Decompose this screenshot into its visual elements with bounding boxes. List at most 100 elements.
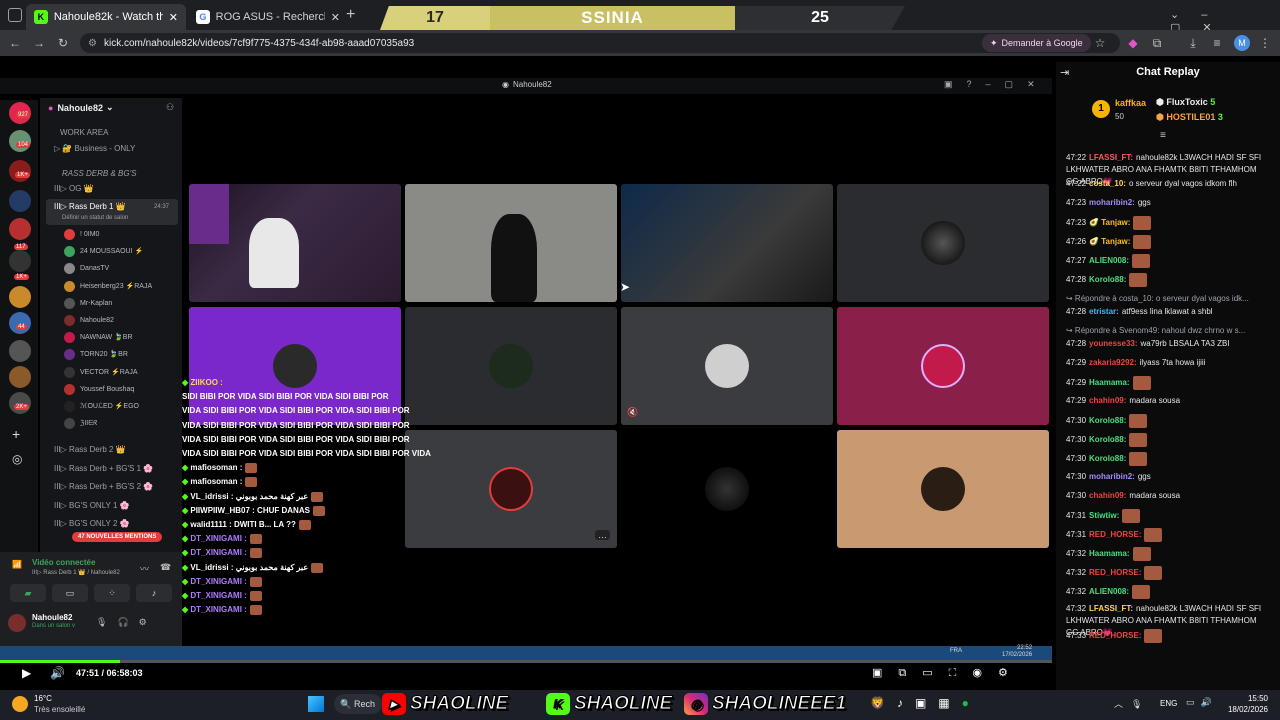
- new-mentions-pill[interactable]: 47 NOUVELLES MENTIONS: [72, 532, 163, 542]
- camera-button[interactable]: ▰: [10, 584, 46, 602]
- avatar[interactable]: [64, 349, 75, 361]
- message-user[interactable]: RED_HORSE:: [1089, 631, 1141, 640]
- settings-gear-icon[interactable]: ⚙: [139, 617, 157, 627]
- message-user[interactable]: chahin09:: [1089, 396, 1126, 405]
- weather-temp[interactable]: 16°C: [34, 694, 52, 703]
- download-icon[interactable]: ⤓: [1184, 34, 1202, 52]
- chat-message[interactable]: ↪ Répondre à costa_10: o serveur dyal va…: [1066, 293, 1271, 305]
- close-icon[interactable]: ✕: [1027, 79, 1049, 89]
- chat-message[interactable]: 47:28 younesse33: wa79rb LBSALA TA3 ZBI: [1066, 338, 1271, 350]
- menu-icon[interactable]: ⋮: [1256, 34, 1274, 52]
- server-header[interactable]: ● Nahoule82 ⌄: [48, 102, 114, 113]
- extensions-puzzle-icon[interactable]: ⧉: [1148, 34, 1166, 52]
- pip-icon[interactable]: ▭: [922, 667, 948, 679]
- avatar[interactable]: [64, 332, 75, 344]
- weather-desc[interactable]: Très ensoleillé: [34, 705, 85, 714]
- server-icon[interactable]: [9, 366, 31, 388]
- message-user[interactable]: moharibin2:: [1089, 198, 1135, 207]
- url-field[interactable]: ⚙ kick.com/nahoule82k/videos/7cf9f775-43…: [80, 33, 1120, 53]
- message-user[interactable]: 🥑 Tanjaw:: [1089, 237, 1130, 246]
- chat-message[interactable]: 47:31 Stiwtiw:: [1066, 509, 1271, 523]
- video-tile[interactable]: [837, 184, 1049, 302]
- fullscreen-icon[interactable]: ⛶: [949, 667, 973, 679]
- voice-member[interactable]: 24 MOUSSAOUI ⚡: [80, 245, 143, 259]
- profile-avatar[interactable]: M: [1234, 35, 1250, 51]
- voice-member[interactable]: DanasTV: [80, 262, 109, 276]
- voice-channel[interactable]: III▷ Rass Derb 2 👑: [54, 443, 126, 457]
- chat-message[interactable]: ↪ Répondre à Svenom49: nahoul dwz chrno …: [1066, 325, 1271, 337]
- voice-channel[interactable]: III▷ BG'S ONLY 1 🌸: [54, 499, 130, 513]
- channel-status-hint[interactable]: Définir un statut de salon: [62, 211, 128, 225]
- noise-icon[interactable]: 〰: [140, 562, 149, 575]
- avatar[interactable]: [8, 614, 26, 632]
- message-user[interactable]: Korolo88:: [1089, 416, 1126, 425]
- chat-message[interactable]: 47:32 ALIEN008:: [1066, 585, 1271, 599]
- screen-share-button[interactable]: ▭: [52, 584, 88, 602]
- voice-channel[interactable]: III▷ Rass Derb 1 👑 / Nahoule82: [32, 569, 120, 576]
- extension-icon[interactable]: ◆: [1124, 34, 1142, 52]
- message-user[interactable]: RED_HORSE:: [1089, 568, 1141, 577]
- server-icon[interactable]: [9, 218, 31, 240]
- disconnect-icon[interactable]: ☎: [160, 562, 171, 573]
- minimize-icon[interactable]: –: [986, 79, 1005, 89]
- system-clock[interactable]: 15:50 18/02/2026: [1226, 693, 1268, 715]
- message-user[interactable]: chahin09:: [1089, 491, 1126, 500]
- message-user[interactable]: etristar:: [1089, 307, 1119, 316]
- chat-message[interactable]: 47:33 RED_HORSE:: [1066, 629, 1271, 643]
- voice-member[interactable]: Youssef Boushaq: [80, 383, 134, 397]
- clip-icon[interactable]: ⧉: [898, 667, 922, 679]
- expand-leaderboard-icon[interactable]: ≡: [1160, 130, 1166, 141]
- microphone-icon[interactable]: 🎙: [1131, 699, 1150, 709]
- video-tile[interactable]: [621, 184, 833, 302]
- brave-icon[interactable]: 🦁: [870, 696, 897, 710]
- headphones-icon[interactable]: 🎧: [117, 617, 138, 627]
- tablet-icon[interactable]: ▣: [915, 696, 938, 710]
- bookmark-star-icon[interactable]: ☆: [1091, 34, 1109, 52]
- chat-message[interactable]: 47:30 Korolo88:: [1066, 452, 1271, 466]
- windows-start-icon[interactable]: [308, 696, 324, 712]
- avatar[interactable]: [64, 280, 75, 292]
- server-icon[interactable]: [9, 190, 31, 212]
- avatar[interactable]: [64, 418, 75, 430]
- chat-message[interactable]: 47:32 RED_HORSE:: [1066, 566, 1271, 580]
- channel-og[interactable]: III▷ OG 👑: [54, 182, 94, 196]
- settings-gear-icon[interactable]: ⚙: [998, 667, 1024, 679]
- message-user[interactable]: Haamama:: [1089, 378, 1129, 387]
- site-info-icon[interactable]: ⚙: [88, 38, 97, 49]
- video-tile[interactable]: [405, 184, 617, 302]
- forward-icon[interactable]: →: [30, 34, 48, 52]
- message-user[interactable]: Korolo88:: [1089, 435, 1126, 444]
- spotify-icon[interactable]: ●: [962, 696, 981, 710]
- category-rass-derb[interactable]: RASS DERB & BG'S: [62, 167, 136, 181]
- channel-business[interactable]: ▷ 🔐 Business - ONLY: [54, 142, 135, 156]
- help-icon[interactable]: ?: [967, 79, 986, 89]
- chat-message[interactable]: 47:28 etristar: atf9ess lina lklawat a shb…: [1066, 306, 1271, 318]
- server-icon[interactable]: [9, 160, 31, 182]
- video-tile[interactable]: 🔇: [621, 307, 833, 425]
- message-user[interactable]: Korolo88:: [1089, 454, 1126, 463]
- message-user[interactable]: Haamama:: [1089, 549, 1129, 558]
- message-user[interactable]: zakaria9292:: [1089, 358, 1137, 367]
- chat-message[interactable]: 47:30 moharibin2: ggs: [1066, 471, 1271, 483]
- seek-bar[interactable]: [0, 660, 1052, 663]
- server-icon[interactable]: [9, 392, 31, 414]
- chat-message[interactable]: 47:30 chahin09: madara sousa: [1066, 490, 1271, 502]
- chat-message[interactable]: 47:23 🥑 Tanjaw:: [1066, 216, 1271, 230]
- avatar[interactable]: [64, 263, 75, 275]
- server-icon[interactable]: [9, 130, 31, 152]
- voice-member[interactable]: ℳOUℒED ⚡EGO: [80, 400, 139, 414]
- microphone-icon[interactable]: 🎙: [96, 617, 117, 627]
- close-icon[interactable]: ✕: [169, 11, 178, 24]
- message-user[interactable]: RED_HORSE:: [1089, 530, 1141, 539]
- chat-message[interactable]: 47:29 zakaria9292: ilyass 7ta howa ijiii: [1066, 357, 1271, 369]
- avatar[interactable]: [64, 366, 75, 378]
- message-user[interactable]: younesse33:: [1089, 339, 1137, 348]
- language-indicator[interactable]: ENG: [1160, 699, 1177, 708]
- server-icon[interactable]: [9, 340, 31, 362]
- inbox-icon[interactable]: ▣: [944, 79, 967, 89]
- reload-icon[interactable]: ↻: [54, 34, 72, 52]
- avatar[interactable]: [64, 229, 75, 240]
- media-control-icon[interactable]: ≡: [1208, 34, 1226, 52]
- discover-icon[interactable]: ◎: [12, 452, 22, 466]
- message-user[interactable]: ↪ Répondre à Svenom49: nahoul dwz chrno …: [1066, 326, 1245, 335]
